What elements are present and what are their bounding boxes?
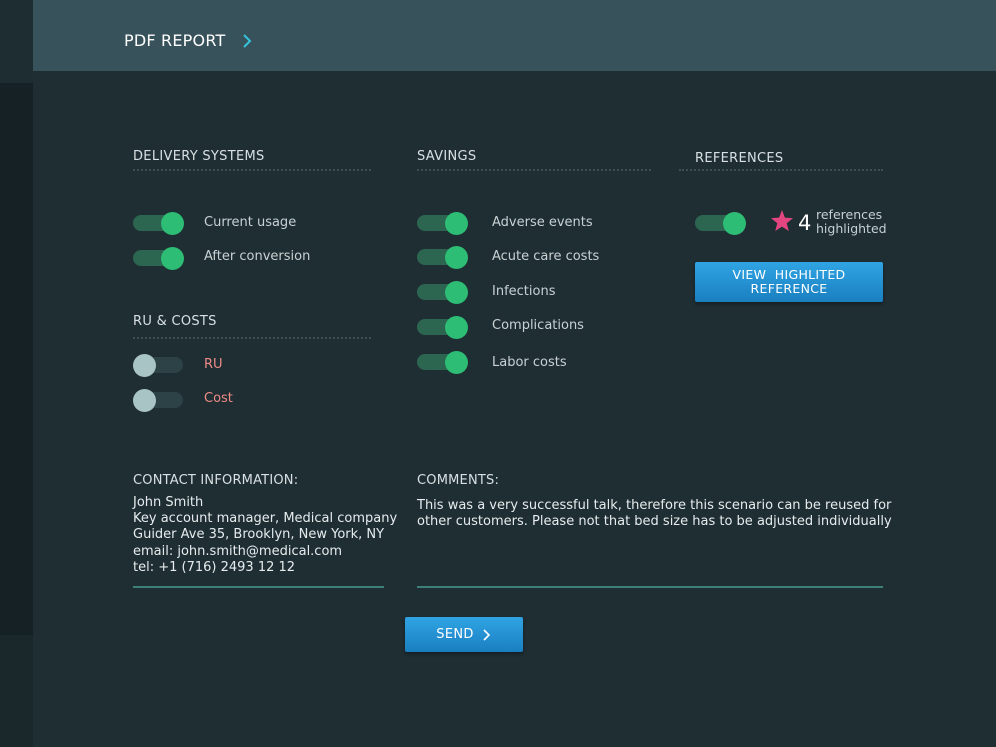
view-button-line1: VIEW HIGHLITED	[732, 267, 846, 282]
toggle-label-ru: RU	[204, 357, 223, 372]
savings-divider	[417, 169, 651, 171]
toggle-acute-care-costs[interactable]	[417, 245, 469, 269]
references-caption: references highlighted	[816, 208, 887, 236]
chevron-right-icon[interactable]	[240, 34, 254, 48]
contact-underline	[133, 586, 384, 588]
toggle-ru[interactable]	[133, 353, 185, 377]
page-title[interactable]: PDF REPORT	[124, 31, 225, 50]
contact-name: John Smith	[133, 495, 204, 510]
toggle-label-cost: Cost	[204, 391, 233, 406]
delivery-systems-title: DELIVERY SYSTEMS	[133, 149, 265, 164]
contact-address: Guider Ave 35, Brooklyn, New York, NY	[133, 527, 385, 543]
report-panel: DELIVERY SYSTEMS Current usage After con…	[33, 71, 996, 747]
view-highlighted-reference-button[interactable]: VIEW HIGHLITED REFERENCE	[695, 262, 883, 302]
references-divider	[679, 169, 883, 171]
toggle-label-after-conversion: After conversion	[204, 249, 311, 264]
toggle-adverse-events[interactable]	[417, 211, 469, 235]
references-caption-line1: references	[816, 207, 883, 222]
toggle-infections[interactable]	[417, 280, 469, 304]
contact-title: CONTACT INFORMATION:	[133, 473, 299, 488]
references-title: REFERENCES	[695, 151, 784, 166]
toggle-label-adverse-events: Adverse events	[492, 215, 593, 230]
contact-phone: tel: +1 (716) 2493 12 12	[133, 559, 296, 575]
comments-line1: This was a very successful talk, therefo…	[417, 498, 892, 513]
toggle-label-infections: Infections	[492, 284, 556, 299]
send-button-label: SEND	[436, 627, 474, 642]
comments-title: COMMENTS:	[417, 473, 500, 488]
contact-text[interactable]: John Smith Key account manager, Medical …	[133, 495, 397, 576]
toggle-complications[interactable]	[417, 315, 469, 339]
toggle-current-usage[interactable]	[133, 211, 185, 235]
savings-title: SAVINGS	[417, 149, 477, 164]
left-rail-top	[0, 0, 33, 83]
toggle-label-complications: Complications	[492, 318, 584, 333]
toggle-label-acute-care-costs: Acute care costs	[492, 249, 600, 264]
references-caption-line2: highlighted	[816, 221, 887, 236]
toggle-label-current-usage: Current usage	[204, 215, 297, 230]
ru-costs-divider	[133, 337, 371, 339]
ru-costs-title: RU & COSTS	[133, 314, 217, 329]
toggle-labor-costs[interactable]	[417, 350, 469, 374]
contact-role: Key account manager, Medical company	[133, 511, 398, 527]
chevron-right-icon	[483, 628, 490, 641]
left-rail-panel	[0, 83, 33, 635]
header-bar: PDF REPORT	[33, 0, 996, 71]
comments-text[interactable]: This was a very successful talk, therefo…	[417, 498, 892, 530]
references-count: 4	[798, 211, 812, 235]
left-rail	[0, 0, 33, 747]
toggle-label-labor-costs: Labor costs	[492, 355, 567, 370]
comments-underline	[417, 586, 883, 588]
comments-line2: other customers. Please not that bed siz…	[417, 514, 892, 530]
toggle-after-conversion[interactable]	[133, 246, 185, 270]
star-icon	[771, 210, 793, 231]
toggle-references[interactable]	[695, 211, 747, 235]
delivery-divider	[133, 169, 371, 171]
toggle-cost[interactable]	[133, 388, 185, 412]
contact-email: email: john.smith@medical.com	[133, 543, 343, 559]
view-button-line2: REFERENCE	[750, 281, 828, 296]
send-button[interactable]: SEND	[405, 617, 523, 652]
